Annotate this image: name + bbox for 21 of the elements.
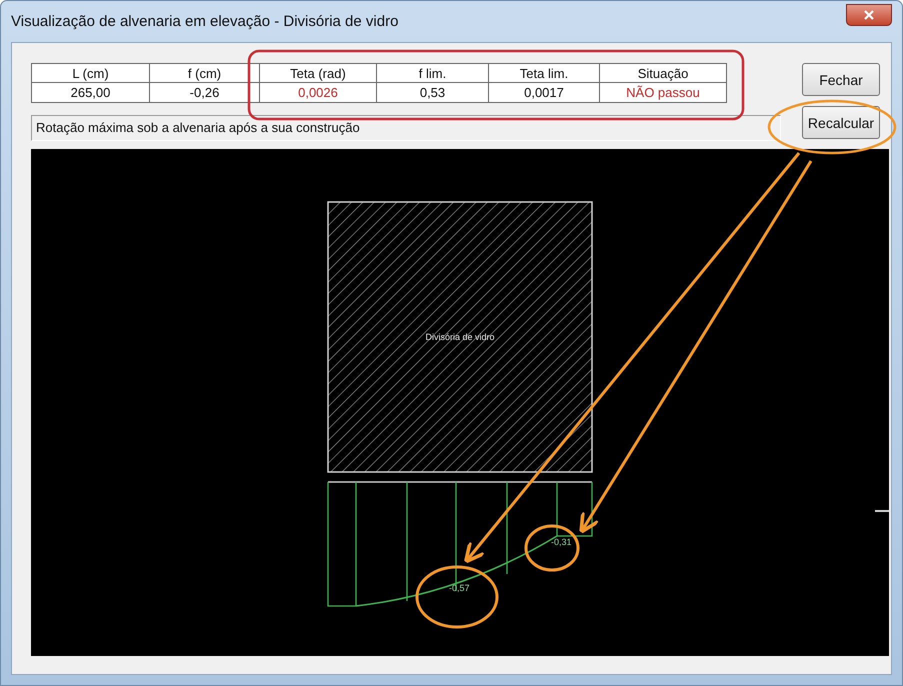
table-cell: NÃO passou — [600, 82, 726, 102]
close-button[interactable]: Fechar — [802, 63, 880, 96]
column-header: Teta lim. — [488, 64, 600, 82]
deflection-value: -0,31 — [551, 537, 572, 547]
column-header: Situação — [600, 64, 726, 82]
column-header: f lim. — [376, 64, 488, 82]
table-cell: 265,00 — [32, 82, 150, 102]
column-header: f (cm) — [150, 64, 260, 82]
window-title: Visualização de alvenaria em elevação - Divisória de vidro — [11, 13, 398, 30]
status-text: Rotação máxima sob a alvenaria após a sua construção — [31, 115, 781, 141]
column-header: L (cm) — [32, 64, 150, 82]
table-cell: -0,26 — [150, 82, 260, 102]
column-header: Teta (rad) — [260, 64, 376, 82]
close-icon — [864, 10, 874, 20]
table-cell: 0,53 — [376, 82, 488, 102]
tick-mark — [875, 510, 889, 512]
recalculate-button[interactable]: Recalcular — [802, 106, 880, 139]
highlight-ellipse — [524, 524, 580, 572]
table-cell: 0,0026 — [260, 82, 376, 102]
close-button[interactable] — [846, 4, 892, 26]
table-cell: 0,0017 — [488, 82, 600, 102]
